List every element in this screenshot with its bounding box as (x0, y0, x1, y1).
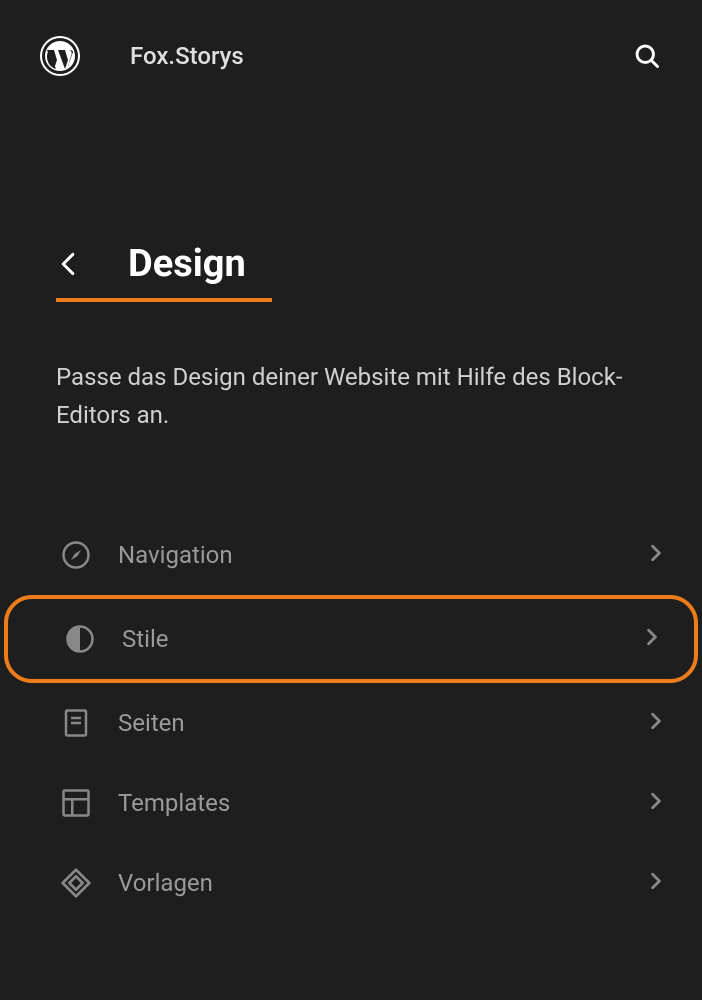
page-title: Design (128, 242, 246, 286)
design-menu-list: Navigation Stile (0, 515, 702, 923)
title-row: Design (56, 242, 272, 302)
chevron-right-icon (646, 628, 658, 650)
menu-item-left: Navigation (60, 539, 233, 571)
header-left: Fox.Storys (40, 36, 244, 76)
chevron-left-icon (60, 252, 76, 276)
wordpress-logo-icon[interactable] (40, 36, 80, 76)
menu-item-label: Templates (118, 789, 230, 817)
page-description: Passe das Design deiner Website mit Hilf… (56, 358, 646, 435)
menu-item-stile[interactable]: Stile (8, 599, 694, 679)
search-icon (633, 42, 661, 70)
menu-item-label: Navigation (118, 541, 233, 569)
site-title[interactable]: Fox.Storys (130, 42, 244, 70)
menu-item-navigation[interactable]: Navigation (0, 515, 702, 595)
chevron-right-icon (650, 544, 662, 566)
back-button[interactable] (56, 252, 80, 276)
layout-icon (60, 787, 92, 819)
menu-item-seiten[interactable]: Seiten (0, 683, 702, 763)
chevron-right-icon (650, 872, 662, 894)
search-button[interactable] (632, 41, 662, 71)
contrast-icon (64, 623, 96, 655)
page-header: Design Passe das Design deiner Website m… (0, 112, 702, 435)
compass-icon (60, 539, 92, 571)
menu-item-templates[interactable]: Templates (0, 763, 702, 843)
page-icon (60, 707, 92, 739)
chevron-right-icon (650, 792, 662, 814)
app-header: Fox.Storys (0, 0, 702, 112)
menu-item-label: Vorlagen (118, 869, 213, 897)
menu-item-label: Stile (122, 625, 169, 653)
menu-item-left: Seiten (60, 707, 185, 739)
menu-item-left: Stile (64, 623, 169, 655)
diamond-icon (60, 867, 92, 899)
menu-item-left: Vorlagen (60, 867, 213, 899)
menu-item-vorlagen[interactable]: Vorlagen (0, 843, 702, 923)
menu-item-left: Templates (60, 787, 230, 819)
menu-item-label: Seiten (118, 709, 185, 737)
highlighted-menu-item: Stile (4, 595, 698, 683)
chevron-right-icon (650, 712, 662, 734)
